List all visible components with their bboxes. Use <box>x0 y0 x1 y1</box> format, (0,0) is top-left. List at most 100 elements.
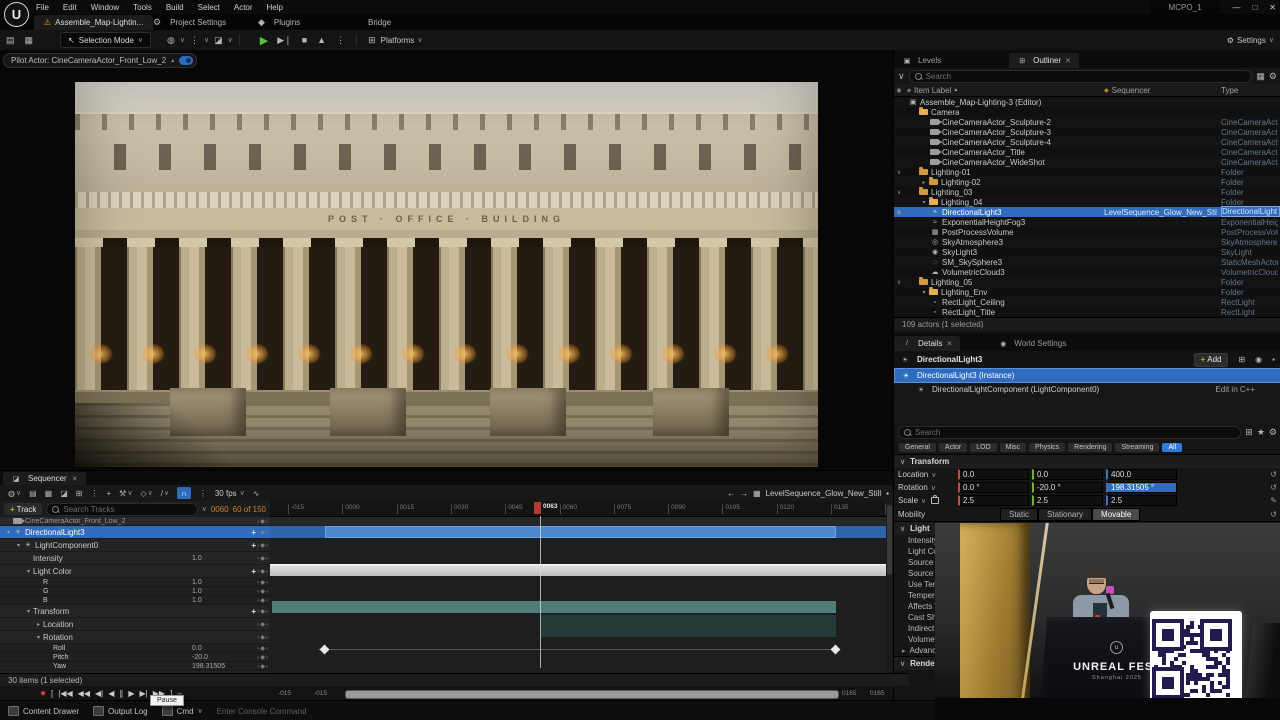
lock-sequence-icon[interactable]: ▪ <box>886 489 889 498</box>
transform-track-section[interactable] <box>272 601 836 613</box>
edit-in-cpp-link[interactable]: Edit in C++ <box>1215 385 1259 394</box>
snap-options-icon[interactable]: ⋮ <box>199 489 207 498</box>
expander-icon[interactable]: ▾ <box>24 568 33 575</box>
tab-sequencer[interactable]: ◪ Sequencer ✕ <box>3 472 86 485</box>
timeline-vertical-scrollbar[interactable] <box>886 501 893 673</box>
add-key-icon[interactable]: + <box>251 528 256 537</box>
bracket-in-button[interactable]: [ <box>51 689 53 698</box>
rotation-y-field[interactable]: -20.0 ° <box>1032 482 1103 493</box>
track-value[interactable]: 1.0 <box>192 579 202 586</box>
tab-levels[interactable]: ▣ Levels <box>894 53 949 68</box>
location-y-field[interactable]: 0.0 <box>1032 469 1103 480</box>
keyframe-diamond[interactable] <box>320 645 330 655</box>
settings-dropdown[interactable]: ⚙ Settings ∨ <box>1227 30 1274 50</box>
outliner-row-sm-skysphere3[interactable]: ◌SM_SkySphere3StaticMeshActor <box>894 257 1280 267</box>
keyframe-nav-icons[interactable]: ‹◆› <box>257 568 269 575</box>
keyframe-options-icon[interactable]: ◇∨ <box>140 489 152 498</box>
outliner-row-camera[interactable]: Camera <box>894 107 1280 117</box>
track-value[interactable]: 1.0 <box>192 555 202 562</box>
menu-edit[interactable]: Edit <box>63 3 77 12</box>
keyframe-nav-icons[interactable]: ‹◆› <box>257 663 269 670</box>
filter-chip-streaming[interactable]: Streaming <box>1115 443 1159 452</box>
render-movie-icon[interactable]: ⊞ <box>76 489 83 498</box>
sequencer-track-location[interactable]: ▸Location‹◆› <box>0 618 270 631</box>
menu-build[interactable]: Build <box>166 3 184 12</box>
save-icon[interactable]: ▤ <box>6 35 15 46</box>
filter-chip-all[interactable]: All <box>1162 443 1182 452</box>
outliner-row-lighting-env[interactable]: ▾Lighting_EnvFolder <box>894 287 1280 297</box>
expander-icon[interactable]: ▸ <box>919 179 929 186</box>
scale-z-field[interactable]: 2.5 <box>1106 495 1177 506</box>
keyframe-nav-icons[interactable]: ‹◆› <box>257 529 269 536</box>
track-search-input[interactable]: Search Tracks <box>46 503 197 516</box>
filter-chip-general[interactable]: General <box>899 443 936 452</box>
keyframe-nav-icons[interactable]: ‹◆› <box>257 542 269 549</box>
mobility-stationary[interactable]: Stationary <box>1038 508 1092 521</box>
minimize-button[interactable]: — <box>1232 3 1240 12</box>
outliner-row-skyatmosphere3[interactable]: ◎SkyAtmosphere3SkyAtmosphere <box>894 237 1280 247</box>
outliner-row-cinecameraactor-wideshot[interactable]: CineCameraActor_WideShotCineCameraActor <box>894 157 1280 167</box>
outliner-filter-icon[interactable]: ∨ <box>898 71 905 82</box>
outliner-row-assemble-map-lighting-3-editor[interactable]: ▣Assemble_Map-Lighting-3 (Editor) <box>894 97 1280 107</box>
tab-outliner[interactable]: ⊞ Outliner ✕ <box>1009 53 1079 68</box>
jump-to-start-button[interactable]: |◀◀ <box>58 689 72 698</box>
scale-label[interactable]: Scale <box>898 496 918 505</box>
autokey-icon[interactable]: ⚒∨ <box>119 489 132 498</box>
add-key-icon[interactable]: + <box>251 567 256 576</box>
details-display-icon[interactable]: ⊞ <box>1245 427 1253 438</box>
menu-select[interactable]: Select <box>198 3 220 12</box>
expander-icon[interactable]: ▾ <box>919 289 929 296</box>
pilot-actor-banner[interactable]: Pilot Actor: CineCameraActor_Front_Low_2… <box>3 53 197 68</box>
rotation-z-field[interactable]: 198.31505 ° <box>1106 482 1177 493</box>
platforms-dropdown[interactable]: Platforms <box>381 36 415 45</box>
output-log-button[interactable]: Output Log <box>93 706 148 716</box>
sequencer-kebab-icon[interactable]: ⋮ <box>91 489 99 498</box>
track-value[interactable]: 0.0 <box>192 645 202 652</box>
outliner-row-directionallight3[interactable]: ◉☀DirectionalLight3LevelSequence_Glow_Ne… <box>894 207 1280 217</box>
play-forward-button[interactable]: ▶ <box>128 689 134 698</box>
save-sequence-icon[interactable]: ▤ <box>29 489 37 498</box>
row-gutter[interactable]: ∨ <box>894 279 904 286</box>
pilot-toggle[interactable] <box>179 56 193 65</box>
outliner-folder-icon[interactable]: ▦ <box>1256 71 1265 82</box>
rotation-label[interactable]: Rotation <box>898 483 928 492</box>
sequencer-track-cinecameraactor-front-low-2[interactable]: CineCameraActor_Front_Low_2‹◆› <box>0 517 270 526</box>
history-forward-icon[interactable]: → <box>740 489 748 498</box>
filter-chip-misc[interactable]: Misc <box>1000 443 1026 452</box>
sequence-breadcrumb[interactable]: LevelSequence_Glow_New_Still <box>766 489 882 498</box>
transform-section-header[interactable]: ∨ Transform <box>894 454 1280 468</box>
visibility-eye-icon[interactable]: ◉ <box>894 209 904 216</box>
outliner-row-rectlight-title[interactable]: ▫RectLight_TitleRectLight <box>894 307 1280 317</box>
sequencer-track-transform[interactable]: ▾Transform+‹◆› <box>0 605 270 618</box>
track-value[interactable]: -20.0 <box>192 654 208 661</box>
sequencer-track-directionallight3[interactable]: ▾☀DirectionalLight3+‹◆› <box>0 526 270 539</box>
tab-details[interactable]: / Details ✕ <box>894 336 960 351</box>
blueprint-icon[interactable]: ⊞ <box>1238 355 1245 364</box>
favorites-icon[interactable]: ★ <box>1257 427 1265 438</box>
close-icon[interactable]: ✕ <box>1065 57 1071 65</box>
play-reverse-button[interactable]: ◀ <box>108 689 114 698</box>
step-back-button[interactable]: ◀| <box>95 689 103 698</box>
selection-mode-dropdown[interactable]: ↖ Selection Mode ∨ <box>60 32 151 48</box>
sequencer-track-intensity[interactable]: Intensity1.0‹◆› <box>0 552 270 565</box>
scale-x-field[interactable]: 2.5 <box>958 495 1029 506</box>
sequencer-track-lightcomponent0[interactable]: ▾☀LightComponent0+‹◆› <box>0 539 270 552</box>
close-button[interactable]: ✕ <box>1269 3 1276 12</box>
add-actor-icon[interactable]: ◍ <box>167 35 175 46</box>
outliner-row-lighting-05[interactable]: ∨Lighting_05Folder <box>894 277 1280 287</box>
outliner-row-exponentialheightfog3[interactable]: ≈ExponentialHeightFog3ExponentialHeightF… <box>894 217 1280 227</box>
cinematics-icon[interactable]: ◪ <box>214 35 223 46</box>
step-forward-button[interactable]: ▶| <box>140 689 148 698</box>
menu-tools[interactable]: Tools <box>133 3 152 12</box>
sequencer-track-g[interactable]: G1.0‹◆› <box>0 587 270 596</box>
details-settings-icon[interactable]: ⚙ <box>1269 427 1277 438</box>
breadcrumb-folder-icon[interactable]: ▦ <box>753 489 761 498</box>
sequencer-timeline[interactable]: -015000000150030004500600075009001050120… <box>270 501 886 673</box>
outliner-row-lighting-02[interactable]: ▸Lighting-02Folder <box>894 177 1280 187</box>
rotation-x-field[interactable]: 0.0 ° <box>958 482 1029 493</box>
unreal-logo-icon[interactable]: U <box>4 2 29 27</box>
mobility-static[interactable]: Static <box>1000 508 1038 521</box>
keyframe-nav-icons[interactable]: ‹◆› <box>257 645 269 652</box>
outliner-search-input[interactable]: Search <box>909 70 1253 83</box>
sequencer-track-rotation[interactable]: ▾Rotation‹◆› <box>0 631 270 644</box>
